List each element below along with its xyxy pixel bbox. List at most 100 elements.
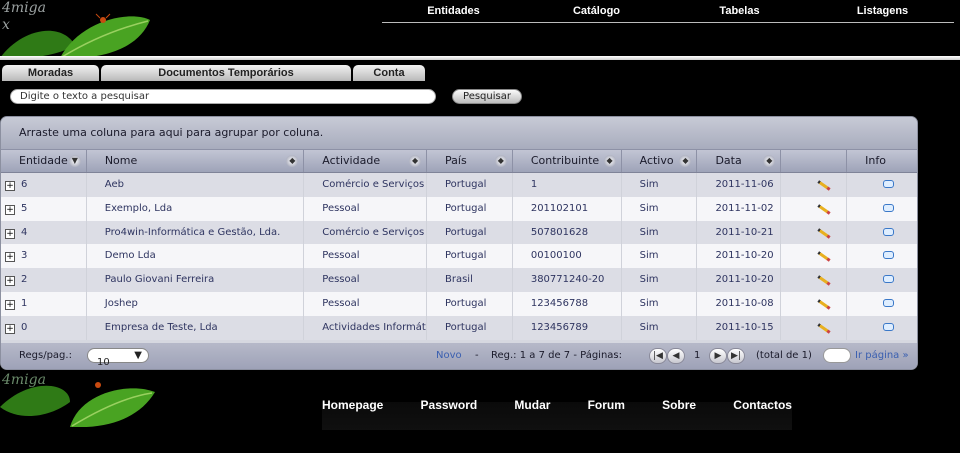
- col-info: Info: [865, 154, 886, 167]
- cell-pais-text: Brasil: [445, 274, 473, 286]
- sort-desc-icon[interactable]: ▼: [68, 155, 81, 167]
- footer-sobre[interactable]: Sobre: [662, 398, 696, 418]
- grid-body: +6 Aeb Comércio e Serviços Portugal 1 Sim 2011…: [1, 173, 917, 340]
- cell-pais: Portugal: [427, 220, 513, 245]
- regs-label: Regs/pag.:: [19, 350, 72, 361]
- cell-data: 2011-10-08: [697, 291, 782, 316]
- cell-activo: Sim: [622, 220, 698, 245]
- cell-pais: Portugal: [427, 173, 513, 197]
- tab-conta[interactable]: Conta: [353, 65, 425, 81]
- last-page-icon[interactable]: ▶|: [727, 348, 745, 364]
- table-row[interactable]: +0 Empresa de Teste, Lda Actividades Infor…: [1, 315, 917, 340]
- cell-nome-text: Pro4win-Informática e Gestão, Lda.: [104, 226, 281, 238]
- speech-bubble-icon[interactable]: [883, 227, 895, 236]
- table-row[interactable]: +3 Demo Lda Pessoal Portugal 00100100 Sim 2011…: [1, 244, 917, 269]
- expand-row-icon[interactable]: +: [5, 228, 15, 239]
- topnav-listagens[interactable]: Listagens: [811, 3, 954, 22]
- cell-edit: [781, 196, 848, 221]
- cell-nome-text: Paulo Giovani Ferreira: [104, 274, 215, 286]
- topnav-catalogo[interactable]: Catálogo: [525, 3, 668, 22]
- col-actividade[interactable]: Actividade ◆: [304, 150, 428, 172]
- cell-activo: Sim: [622, 173, 698, 197]
- expand-row-icon[interactable]: +: [5, 276, 15, 287]
- speech-bubble-icon[interactable]: [883, 203, 895, 212]
- cell-nome: Paulo Giovani Ferreira: [87, 268, 305, 292]
- cell-data: 2011-11-06: [697, 173, 782, 197]
- pencil-icon[interactable]: [817, 251, 831, 263]
- expand-row-icon[interactable]: +: [5, 252, 15, 263]
- top-nav: Entidades Catálogo Tabelas Listagens: [382, 3, 954, 23]
- sort-icon[interactable]: ◆: [763, 155, 776, 167]
- col-entidade[interactable]: Entidade ▼: [1, 150, 87, 172]
- cell-actividade-text: Pessoal: [322, 250, 360, 262]
- regs-per-page-select[interactable]: 10 ▼: [87, 348, 149, 368]
- pencil-icon[interactable]: [817, 275, 831, 286]
- tab-moradas[interactable]: Moradas: [2, 65, 99, 81]
- speech-bubble-icon[interactable]: [883, 298, 895, 307]
- col-data[interactable]: Data ◆: [697, 150, 782, 172]
- table-row[interactable]: +5 Exemplo, Lda Pessoal Portugal 201102101 Si…: [1, 196, 917, 221]
- footer-mudar[interactable]: Mudar: [514, 398, 550, 418]
- footer-forum[interactable]: Forum: [588, 398, 625, 418]
- sort-icon[interactable]: ◆: [679, 155, 692, 167]
- pencil-icon[interactable]: [817, 204, 831, 215]
- cell-data-text: 2011-11-06: [715, 179, 774, 190]
- search-button[interactable]: Pesquisar: [452, 89, 522, 104]
- footer-homepage[interactable]: Homepage: [322, 398, 383, 418]
- table-row[interactable]: +4 Pro4win-Informática e Gestão, Lda. Comé…: [1, 220, 917, 245]
- pencil-icon[interactable]: [817, 227, 831, 239]
- sort-icon[interactable]: ◆: [409, 155, 422, 167]
- topnav-entidades[interactable]: Entidades: [382, 3, 525, 22]
- cell-contribuinte-text: 380771240-20: [530, 274, 605, 286]
- table-row[interactable]: +1 Joshep Pessoal Portugal 123456788 Sim 2011-…: [1, 291, 917, 316]
- expand-row-icon[interactable]: +: [5, 299, 15, 310]
- sort-icon[interactable]: ◆: [494, 155, 507, 167]
- tab-documentos-temporarios[interactable]: Documentos Temporários: [101, 65, 351, 81]
- sort-icon[interactable]: ◆: [286, 155, 299, 167]
- cell-actividade: Comércio e Serviços: [304, 173, 427, 197]
- records-summary: Reg.: 1 a 7 de 7 - Páginas:: [491, 350, 623, 361]
- goto-page-input[interactable]: [823, 348, 851, 363]
- cell-activo-text: Sim: [639, 202, 659, 214]
- expand-row-icon[interactable]: +: [5, 204, 15, 215]
- next-page-icon[interactable]: ▶: [709, 348, 727, 364]
- expand-row-icon[interactable]: +: [5, 323, 15, 334]
- table-row[interactable]: +6 Aeb Comércio e Serviços Portugal 1 Sim 2011…: [1, 173, 917, 197]
- col-contribuinte[interactable]: Contribuinte ◆: [513, 150, 622, 172]
- col-nome[interactable]: Nome ◆: [87, 150, 305, 172]
- cell-data: 2011-10-15: [697, 315, 782, 340]
- footer-contactos[interactable]: Contactos: [733, 398, 792, 418]
- speech-bubble-icon[interactable]: [883, 322, 895, 331]
- footer-password[interactable]: Password: [421, 398, 478, 418]
- cell-pais: Portugal: [427, 315, 513, 340]
- pencil-icon[interactable]: [817, 323, 831, 334]
- col-pais[interactable]: País ◆: [427, 150, 513, 172]
- speech-bubble-icon[interactable]: [883, 180, 895, 188]
- cell-nome-text: Exemplo, Lda: [104, 202, 173, 214]
- cell-activo: Sim: [622, 291, 698, 316]
- cell-nome: Pro4win-Informática e Gestão, Lda.: [87, 220, 305, 245]
- grid-header: Entidade ▼ Nome ◆ Actividade ◆ País ◆ Contri…: [1, 149, 917, 173]
- cell-activo-text: Sim: [639, 179, 659, 190]
- expand-row-icon[interactable]: +: [5, 181, 15, 191]
- table-row[interactable]: +2 Paulo Giovani Ferreira Pessoal Brasil 380…: [1, 268, 917, 292]
- prev-page-icon[interactable]: ◀: [667, 348, 685, 364]
- cell-activo: Sim: [622, 315, 698, 340]
- first-page-icon[interactable]: |◀: [649, 348, 667, 364]
- sort-icon[interactable]: ◆: [603, 155, 616, 167]
- speech-bubble-icon[interactable]: [883, 251, 895, 260]
- pencil-icon[interactable]: [817, 180, 831, 191]
- speech-bubble-icon[interactable]: [883, 275, 895, 284]
- cell-info: [847, 173, 917, 197]
- novo-link[interactable]: Novo: [436, 350, 462, 361]
- cell-info: [847, 316, 917, 340]
- cell-actividade-text: Comércio e Serviços: [322, 226, 425, 238]
- chevron-down-icon: ▼: [134, 350, 142, 361]
- cell-contribuinte-text: 123456789: [530, 321, 589, 333]
- pencil-icon[interactable]: [817, 299, 831, 310]
- col-activo[interactable]: Activo ◆: [622, 150, 698, 172]
- cell-pais-text: Portugal: [445, 226, 487, 238]
- search-input[interactable]: Digite o texto a pesquisar: [10, 89, 436, 104]
- topnav-tabelas[interactable]: Tabelas: [668, 3, 811, 22]
- goto-page-link[interactable]: Ir página »: [855, 350, 909, 361]
